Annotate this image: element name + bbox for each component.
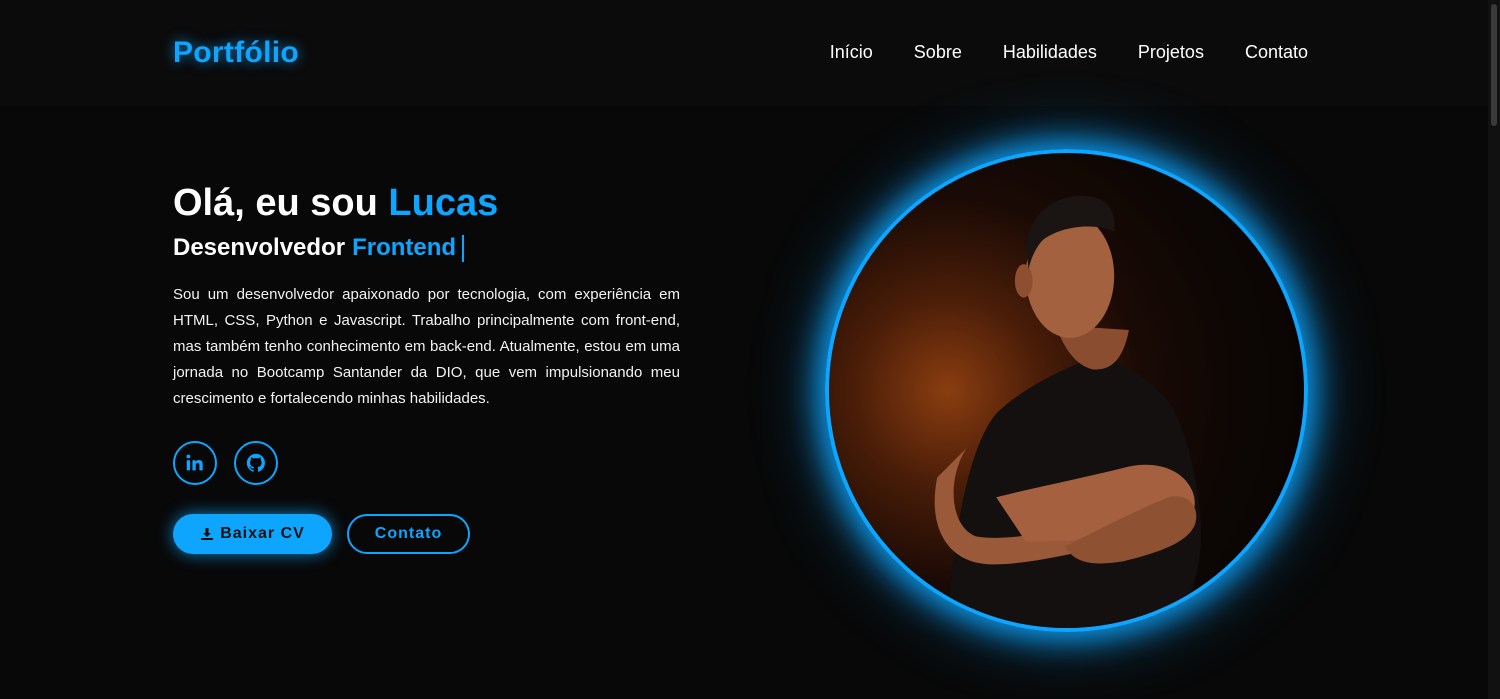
hero-description: Sou um desenvolvedor apaixonado por tecn… [173, 286, 680, 407]
role-prefix: Desenvolvedor [173, 234, 346, 261]
profile-photo [825, 149, 1308, 632]
main-nav: Início Sobre Habilidades Projetos Contat… [830, 42, 1308, 63]
hero-subtitle: Desenvolvedor Frontend [173, 234, 465, 262]
hero-greeting: Olá, eu sou [173, 182, 378, 224]
logo[interactable]: Portfólio [173, 36, 299, 70]
hero-buttons: Baixar CV Contato [173, 514, 470, 554]
hero-name: Lucas [388, 182, 499, 224]
person-silhouette [934, 195, 1201, 628]
nav-link-inicio[interactable]: Início [830, 42, 873, 63]
nav-link-sobre[interactable]: Sobre [914, 42, 962, 63]
header: Portfólio Início Sobre Habilidades Proje… [0, 0, 1488, 106]
scrollbar[interactable] [1488, 0, 1500, 699]
typing-cursor [462, 234, 465, 262]
download-icon [201, 528, 214, 540]
role-accent: Frontend [352, 234, 457, 261]
github-link[interactable] [234, 441, 278, 485]
download-cv-label: Baixar CV [220, 525, 305, 542]
page: Portfólio Início Sobre Habilidades Proje… [0, 0, 1500, 699]
nav-link-contato[interactable]: Contato [1245, 42, 1308, 63]
scrollbar-thumb[interactable] [1491, 4, 1497, 126]
contact-button[interactable]: Contato [347, 514, 470, 554]
download-cv-button[interactable]: Baixar CV [173, 514, 332, 554]
hero-title: Olá, eu sou Lucas [173, 182, 498, 225]
social-links [173, 441, 278, 485]
linkedin-icon [186, 454, 203, 471]
nav-link-projetos[interactable]: Projetos [1138, 42, 1204, 63]
linkedin-link[interactable] [173, 441, 217, 485]
github-icon [246, 453, 265, 472]
nav-link-habilidades[interactable]: Habilidades [1003, 42, 1097, 63]
